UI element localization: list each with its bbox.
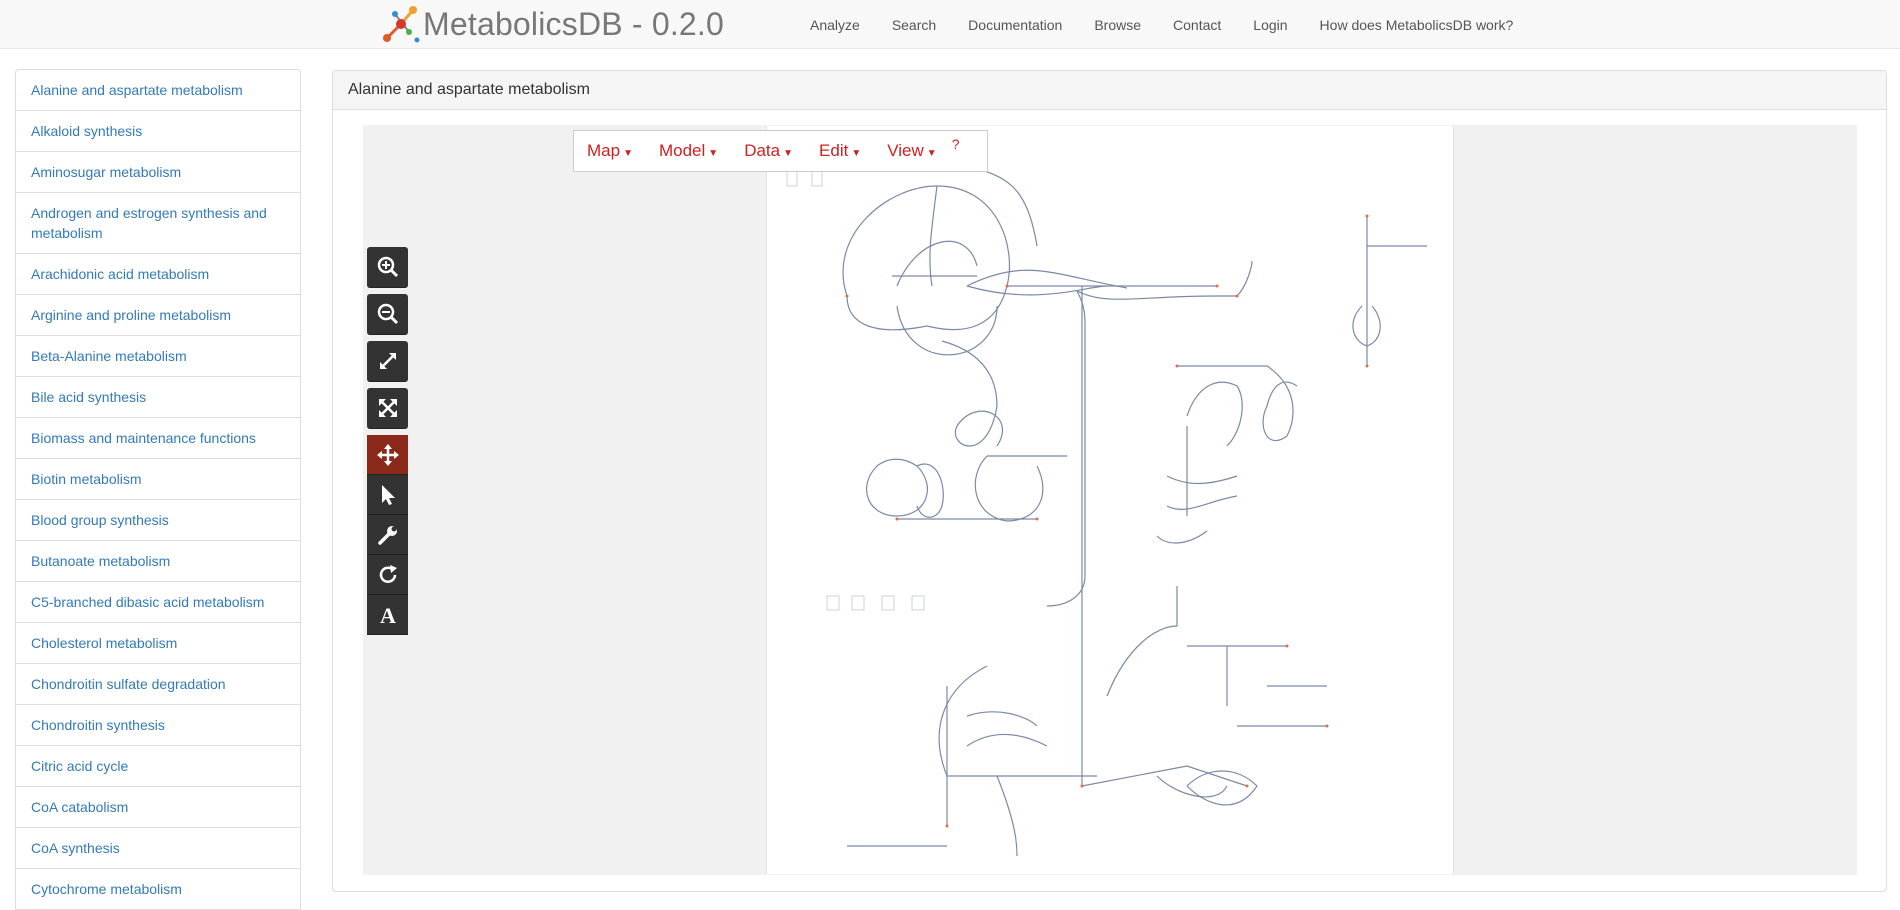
rotate-mode-button[interactable] [367, 555, 408, 595]
help-button[interactable]: ? [952, 136, 960, 152]
navbar: MetabolicsDB - 0.2.0 Analyze Search Docu… [0, 0, 1900, 49]
sidebar-item[interactable]: Chondroitin sulfate degradation [15, 664, 301, 705]
caret-down-icon: ▼ [708, 148, 719, 159]
edit-mode-button[interactable] [367, 515, 408, 555]
text-mode-button[interactable]: A [367, 595, 408, 635]
sidebar-item[interactable]: Biotin metabolism [15, 459, 301, 500]
nav-browse[interactable]: Browse [1078, 17, 1157, 33]
caret-down-icon: ▼ [926, 148, 937, 159]
zoom-full-icon [378, 399, 397, 417]
sidebar-item[interactable]: Alkaloid synthesis [15, 111, 301, 152]
nav-login[interactable]: Login [1237, 17, 1303, 33]
pathway-panel: Alanine and aspartate metabolism [332, 70, 1887, 892]
brand-title: MetabolicsDB - 0.2.0 [423, 5, 725, 42]
zoom-in-icon [377, 256, 398, 278]
sidebar-item[interactable]: Butanoate metabolism [15, 541, 301, 582]
panel-title: Alanine and aspartate metabolism [333, 71, 1886, 110]
menu-map[interactable]: Map ▼ [574, 141, 646, 161]
nav-links: Analyze Search Documentation Browse Cont… [794, 0, 1529, 49]
sidebar-item[interactable]: Beta-Alanine metabolism [15, 336, 301, 377]
select-mode-button[interactable] [367, 475, 408, 515]
sidebar-item[interactable]: Alanine and aspartate metabolism [15, 69, 301, 111]
zoom-out-icon [377, 303, 398, 325]
select-icon [381, 484, 395, 505]
caret-down-icon: ▼ [623, 148, 633, 159]
pathway-map-canvas[interactable] [766, 126, 1454, 874]
menu-data[interactable]: Data ▼ [731, 141, 806, 161]
sidebar-item[interactable]: Androgen and estrogen synthesis and meta… [15, 193, 301, 254]
brand[interactable]: MetabolicsDB - 0.2.0 [381, 2, 724, 46]
menu-edit[interactable]: Edit ▼ [806, 141, 874, 161]
map-menubar: Map ▼ Model ▼ Data ▼ Edit ▼ View ▼ ? [573, 130, 988, 172]
pathway-map-drawing [786, 165, 1427, 857]
sidebar-item[interactable]: Aminosugar metabolism [15, 152, 301, 193]
nav-search[interactable]: Search [876, 17, 952, 33]
zoom-fit-button[interactable] [367, 341, 408, 382]
rotate-icon [379, 564, 397, 583]
nav-contact[interactable]: Contact [1157, 17, 1237, 33]
zoom-fit-icon [379, 353, 396, 369]
zoom-in-button[interactable] [367, 247, 408, 288]
sidebar-item[interactable]: Cholesterol metabolism [15, 623, 301, 664]
nav-documentation[interactable]: Documentation [952, 17, 1078, 33]
caret-down-icon: ▼ [783, 148, 794, 159]
molecule-logo-icon [383, 6, 420, 43]
menu-model[interactable]: Model ▼ [646, 141, 731, 161]
text-icon: A [380, 604, 396, 626]
map-viewer[interactable] [363, 125, 1857, 875]
sidebar-item[interactable]: Arginine and proline metabolism [15, 295, 301, 336]
sidebar-item[interactable]: CoA synthesis [15, 828, 301, 869]
wrench-icon [377, 525, 397, 545]
sidebar-item[interactable]: Chondroitin synthesis [15, 705, 301, 746]
pathway-list: Alanine and aspartate metabolism Alkaloi… [15, 69, 301, 910]
sidebar-item[interactable]: Bile acid synthesis [15, 377, 301, 418]
caret-down-icon: ▼ [851, 148, 862, 159]
zoom-out-button[interactable] [367, 294, 408, 335]
sidebar-item[interactable]: CoA catabolism [15, 787, 301, 828]
nav-analyze[interactable]: Analyze [794, 17, 876, 33]
sidebar-item[interactable]: Arachidonic acid metabolism [15, 254, 301, 295]
sidebar-item[interactable]: Cytochrome metabolism [15, 869, 301, 910]
nav-how-it-works[interactable]: How does MetabolicsDB work? [1304, 17, 1530, 33]
sidebar-item[interactable]: Biomass and maintenance functions [15, 418, 301, 459]
sidebar-item[interactable]: Blood group synthesis [15, 500, 301, 541]
sidebar-item[interactable]: C5-branched dibasic acid metabolism [15, 582, 301, 623]
zoom-full-button[interactable] [367, 388, 408, 429]
sidebar-item[interactable]: Citric acid cycle [15, 746, 301, 787]
pan-mode-button[interactable] [367, 435, 408, 475]
menu-view[interactable]: View ▼ [874, 141, 949, 161]
svg-text:A: A [380, 604, 396, 626]
map-toolbar: A [367, 247, 408, 635]
pan-icon [376, 443, 399, 466]
